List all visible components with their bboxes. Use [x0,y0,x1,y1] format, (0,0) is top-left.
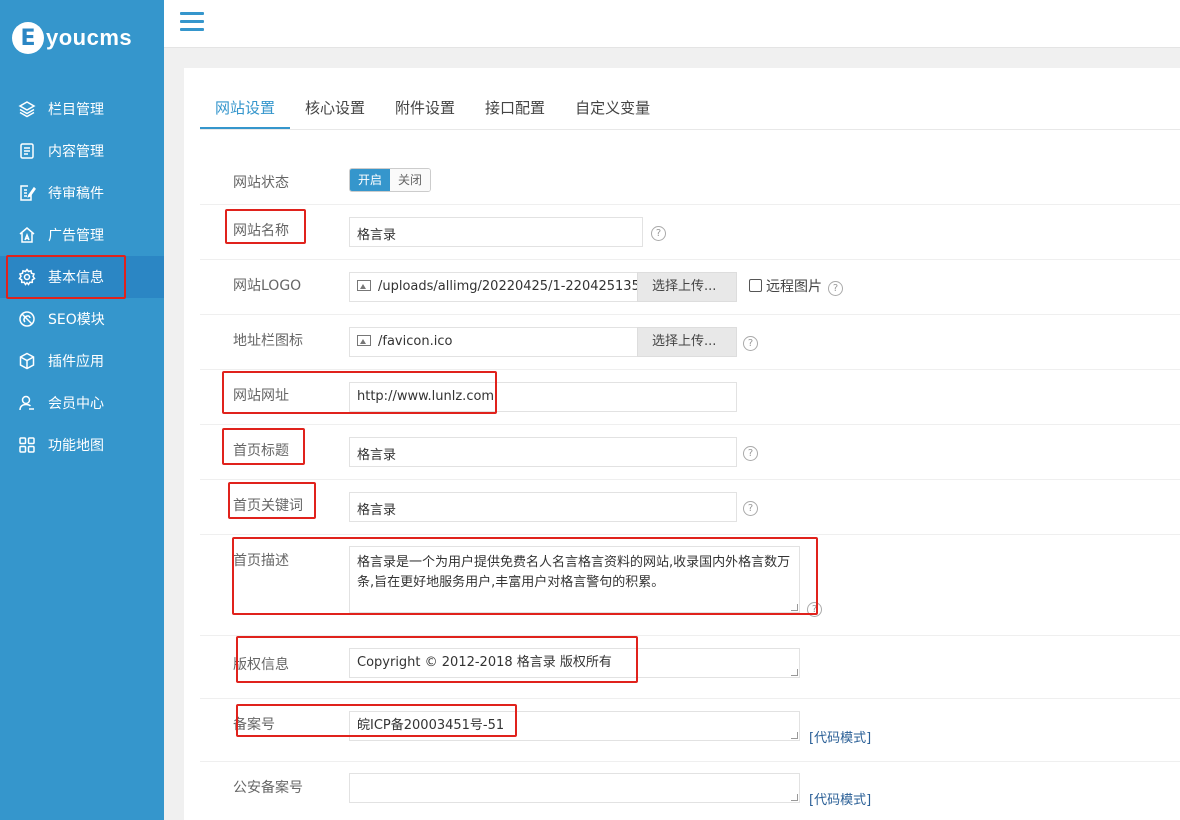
edit-document-icon [18,184,36,202]
row-favicon: 地址栏图标 /favicon.ico 选择上传... ? [200,315,1180,370]
row-copyright: 版权信息 Copyright © 2012-2018 格言录 版权所有 [200,636,1180,699]
copyright-text: Copyright © 2012-2018 格言录 版权所有 [357,655,612,670]
favicon-path-text: /favicon.ico [378,334,453,349]
layers-icon [18,100,36,118]
site-status-label: 网站状态 [233,175,289,191]
home-title-label: 首页标题 [233,443,289,459]
home-title-input[interactable]: 格言录 [349,437,737,467]
home-keywords-input[interactable]: 格言录 [349,492,737,522]
sidebar-item-label: 基本信息 [48,270,104,286]
favicon-upload-button[interactable]: 选择上传... [637,327,737,357]
home-description-textarea[interactable]: 格言录是一个为用户提供免费名人名言格言资料的网站,收录国内外格言数万条,旨在更好… [349,546,800,613]
status-on-button[interactable]: 开启 [350,169,391,191]
site-name-input[interactable]: 格言录 [349,217,643,247]
image-icon [357,280,371,291]
row-police-record: 公安备案号 [代码模式] [200,762,1180,820]
tab-core-settings[interactable]: 核心设置 [290,88,380,129]
settings-tabs: 网站设置 核心设置 附件设置 接口配置 自定义变量 [200,88,1180,130]
icp-textarea[interactable]: 皖ICP备20003451号-51 [349,711,800,741]
row-site-name: 网站名称 格言录 ? [200,205,1180,260]
remote-image-checkbox[interactable] [749,279,762,292]
help-icon[interactable]: ? [807,602,822,617]
logo-text: youcms [46,25,133,50]
favicon-label: 地址栏图标 [233,333,303,349]
row-site-logo: 网站LOGO /uploads/allimg/20220425/1-220425… [200,260,1180,315]
icp-text: 皖ICP备20003451号-51 [357,718,505,733]
tab-site-settings[interactable]: 网站设置 [200,88,291,129]
copyright-textarea[interactable]: Copyright © 2012-2018 格言录 版权所有 [349,648,800,678]
resize-handle-icon[interactable] [791,604,798,611]
police-code-mode-link[interactable]: [代码模式] [809,789,871,808]
row-site-status: 网站状态 开启 关闭 [200,168,1180,205]
sidebar-nav: 栏目管理 内容管理 待审稿件 广告管理 基本信息 SEO模块 插件应用 会员中心… [0,88,164,466]
icp-code-mode-link[interactable]: [代码模式] [809,727,871,746]
sidebar-item-content[interactable]: 内容管理 [0,130,164,172]
resize-handle-icon[interactable] [791,732,798,739]
brand-logo[interactable]: E youcms [12,18,132,58]
cube-icon [18,352,36,370]
home-description-text: 格言录是一个为用户提供免费名人名言格言资料的网站,收录国内外格言数万条,旨在更好… [357,555,791,590]
sidebar-item-label: 广告管理 [48,228,104,244]
row-site-url: 网站网址 http://www.lunlz.com [200,370,1180,425]
row-icp: 备案号 皖ICP备20003451号-51 [代码模式] [200,699,1180,762]
sidebar-item-columns[interactable]: 栏目管理 [0,88,164,130]
site-url-input[interactable]: http://www.lunlz.com [349,382,737,412]
top-header [164,0,1180,48]
sidebar-item-label: 会员中心 [48,396,104,412]
sidebar-item-label: 待审稿件 [48,186,104,202]
sidebar-item-basic-info[interactable]: 基本信息 [0,256,164,298]
grid-icon [18,436,36,454]
site-logo-label: 网站LOGO [233,278,302,294]
image-icon [357,335,371,346]
sidebar-item-function-map[interactable]: 功能地图 [0,424,164,466]
sidebar: E youcms 栏目管理 内容管理 待审稿件 广告管理 基本信息 SEO模块 … [0,0,164,820]
sidebar-item-members[interactable]: 会员中心 [0,382,164,424]
police-record-label: 公安备案号 [233,780,303,796]
row-home-keywords: 首页关键词 格言录 ? [200,480,1180,535]
sidebar-item-seo[interactable]: SEO模块 [0,298,164,340]
police-record-textarea[interactable] [349,773,800,803]
home-description-label: 首页描述 [233,553,289,569]
sidebar-item-label: 功能地图 [48,438,104,454]
ad-icon [18,226,36,244]
favicon-path-input[interactable]: /favicon.ico [349,327,638,357]
copyright-label: 版权信息 [233,657,289,673]
home-keywords-label: 首页关键词 [233,498,303,514]
site-status-toggle[interactable]: 开启 关闭 [349,168,432,192]
tab-custom-variables[interactable]: 自定义变量 [560,88,665,129]
logo-path-text: /uploads/allimg/20220425/1-2204251352 [378,279,638,294]
user-icon [18,394,36,412]
resize-handle-icon[interactable] [791,669,798,676]
sidebar-item-pending[interactable]: 待审稿件 [0,172,164,214]
sidebar-item-ads[interactable]: 广告管理 [0,214,164,256]
row-home-description: 首页描述 格言录是一个为用户提供免费名人名言格言资料的网站,收录国内外格言数万条… [200,535,1180,636]
tab-attachment-settings[interactable]: 附件设置 [380,88,470,129]
logo-path-input[interactable]: /uploads/allimg/20220425/1-2204251352 [349,272,638,302]
resize-handle-icon[interactable] [791,794,798,801]
logo-upload-button[interactable]: 选择上传... [637,272,737,302]
help-icon[interactable]: ? [743,446,758,461]
sidebar-item-label: 内容管理 [48,144,104,160]
settings-panel: 网站设置 核心设置 附件设置 接口配置 自定义变量 网站状态 开启 关闭 网站名… [184,68,1180,820]
help-icon[interactable]: ? [651,226,666,241]
sidebar-item-label: SEO模块 [48,312,105,328]
seo-icon [18,310,36,328]
icp-label: 备案号 [233,717,275,733]
site-name-label: 网站名称 [233,223,289,239]
help-icon[interactable]: ? [743,501,758,516]
hamburger-menu-icon[interactable] [180,12,204,34]
help-icon[interactable]: ? [743,336,758,351]
help-icon[interactable]: ? [828,281,843,296]
tab-api-config[interactable]: 接口配置 [470,88,560,129]
logo-mark: E [12,22,44,54]
row-home-title: 首页标题 格言录 ? [200,425,1180,480]
remote-image-label: 远程图片 [766,279,822,295]
status-off-button[interactable]: 关闭 [390,169,431,191]
site-url-label: 网站网址 [233,388,289,404]
gear-icon [18,268,36,286]
sidebar-item-label: 栏目管理 [48,102,104,118]
sidebar-item-label: 插件应用 [48,354,104,370]
document-icon [18,142,36,160]
sidebar-item-plugins[interactable]: 插件应用 [0,340,164,382]
